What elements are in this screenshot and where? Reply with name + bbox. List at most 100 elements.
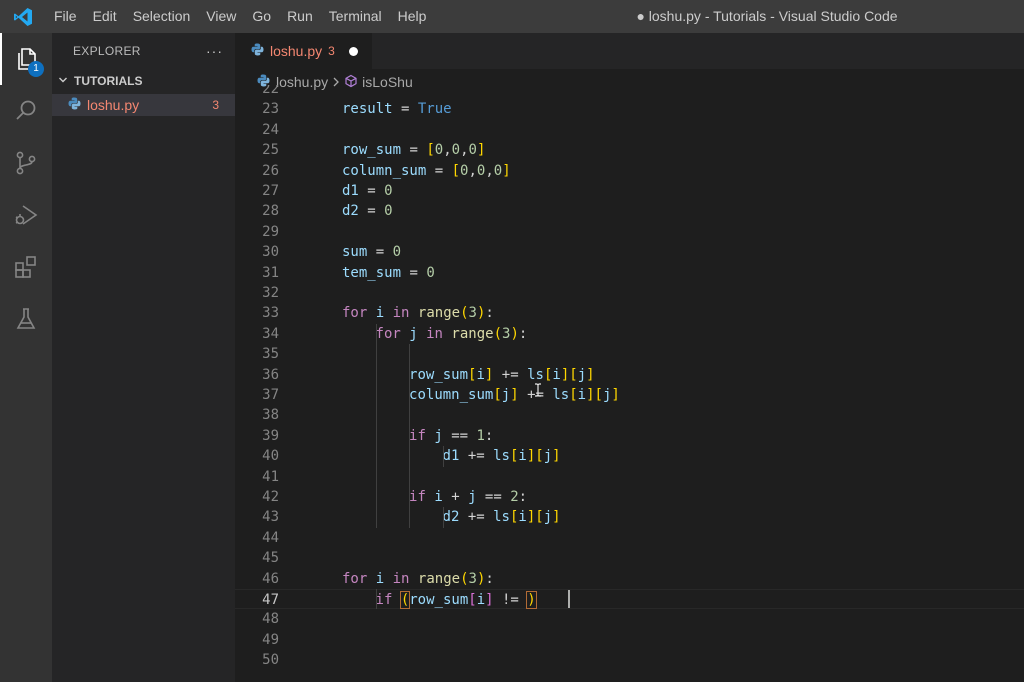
code-text: d1 += ls[i][j]	[443, 446, 561, 466]
code-line[interactable]: 32	[235, 283, 1024, 303]
code-line[interactable]: 22	[235, 85, 1024, 99]
code-token: row_sum	[409, 366, 469, 383]
line-number: 38	[262, 407, 279, 424]
line-number: 47	[262, 592, 279, 608]
text-cursor	[568, 590, 571, 608]
source-control-button[interactable]	[0, 137, 52, 189]
code-text: for i in range(3):	[342, 569, 494, 589]
code-token: ls	[493, 509, 510, 526]
code-token: =	[401, 142, 427, 159]
code-token: in	[392, 305, 410, 322]
folder-label: TUTORIALS	[74, 74, 143, 88]
extensions-icon	[12, 253, 40, 281]
line-number: 23	[262, 101, 279, 118]
code-token: +=	[493, 366, 528, 383]
code-token: ls	[493, 448, 510, 465]
code-token: :	[485, 570, 494, 587]
unsaved-dot-icon[interactable]	[348, 46, 358, 56]
code-token: =	[392, 101, 418, 118]
search-button[interactable]	[0, 85, 52, 137]
code-token: ,	[443, 142, 452, 159]
line-number: 27	[262, 183, 279, 199]
more-actions-button[interactable]: ···	[206, 43, 223, 59]
line-number: 29	[262, 223, 279, 240]
code-line[interactable]: 25 row_sum = [0,0,0]	[235, 140, 1024, 160]
code-line[interactable]: 26 column_sum = [0,0,0]	[235, 161, 1024, 181]
code-line[interactable]: 28 d2 = 0	[235, 201, 1024, 221]
code-token: [	[569, 387, 578, 403]
file-error-count: 3	[212, 98, 219, 112]
code-token: j	[468, 489, 477, 505]
code-token: [	[426, 142, 435, 159]
explorer-badge: 1	[28, 61, 44, 77]
code-token: 0	[468, 142, 477, 159]
line-number: 22	[262, 85, 279, 97]
ibeam-cursor-icon	[534, 383, 542, 401]
code-token: ]	[502, 162, 511, 179]
code-text: row_sum[i] += ls[i][j]	[409, 365, 595, 385]
chevron-down-icon	[58, 75, 72, 88]
code-token: 2	[510, 489, 519, 505]
code-line[interactable]: 33 for i in range(3):	[235, 303, 1024, 323]
code-token: i	[476, 592, 486, 608]
code-token: (	[493, 325, 503, 342]
python-file-icon	[251, 43, 264, 59]
code-line[interactable]: 36 row_sum[i] += ls[i][j]	[235, 365, 1024, 385]
line-number: 41	[262, 468, 279, 485]
sidebar-header: EXPLORER ···	[52, 33, 235, 68]
line-number: 46	[262, 570, 279, 587]
code-line[interactable]: 24	[235, 120, 1024, 140]
line-number: 49	[262, 631, 279, 648]
code-line[interactable]: 38	[235, 405, 1024, 425]
code-line[interactable]: 47 if (row_sum[i] != )	[235, 589, 1024, 610]
code-line[interactable]: 31 tem_sum = 0	[235, 263, 1024, 283]
code-token: :	[485, 305, 494, 322]
code-line[interactable]: 48	[235, 609, 1024, 629]
code-line[interactable]: 42 if i + j == 2:	[235, 487, 1024, 507]
folder-tutorials[interactable]: TUTORIALS	[52, 68, 235, 94]
code-line[interactable]: 44	[235, 528, 1024, 548]
tab-loshu[interactable]: loshu.py 3	[235, 33, 372, 69]
code-line[interactable]: 43 d2 += ls[i][j]	[235, 507, 1024, 527]
window-title: ● loshu.py - Tutorials - Visual Studio C…	[636, 8, 898, 24]
file-item-loshu[interactable]: loshu.py 3	[52, 94, 235, 116]
code-token: d1	[342, 183, 359, 199]
indent-guide	[442, 446, 444, 467]
tab-bar: loshu.py 3	[235, 33, 1024, 69]
code-token: [	[535, 509, 544, 526]
code-line[interactable]: 29	[235, 222, 1024, 242]
extensions-button[interactable]	[0, 241, 52, 293]
code-token: :	[518, 325, 528, 342]
code-token: True	[417, 101, 452, 118]
code-editor[interactable]: 22 23 result = True 24 25 row_sum = [0,0,0] 26…	[235, 85, 1024, 682]
indent-guide	[442, 507, 444, 528]
code-line[interactable]: 23 result = True	[235, 99, 1024, 119]
code-line[interactable]: 46 for i in range(3):	[235, 569, 1024, 589]
code-line[interactable]: 37 column_sum[j] += ls[i][j]	[235, 385, 1024, 405]
code-line[interactable]: 41	[235, 467, 1024, 487]
explorer-button[interactable]: 1	[0, 33, 52, 85]
code-line[interactable]: 30 sum = 0	[235, 242, 1024, 262]
code-line[interactable]: 34 for j in range(3):	[235, 324, 1024, 344]
code-token: (	[460, 305, 469, 322]
code-line[interactable]: 39 if j == 1:	[235, 426, 1024, 446]
code-line[interactable]: 50	[235, 650, 1024, 670]
code-line[interactable]: 35	[235, 344, 1024, 364]
code-text: result = True	[342, 99, 452, 119]
code-line[interactable]: 45	[235, 548, 1024, 568]
code-text: column_sum[j] += ls[i][j]	[409, 385, 620, 405]
code-line[interactable]: 49	[235, 630, 1024, 650]
line-number: 33	[262, 305, 279, 322]
code-token: range	[417, 305, 461, 322]
code-token: in	[426, 325, 443, 342]
code-token: d2	[342, 203, 359, 220]
testing-button[interactable]	[0, 293, 52, 345]
line-number: 25	[262, 142, 279, 159]
code-line[interactable]: 40 d1 += ls[i][j]	[235, 446, 1024, 466]
code-line[interactable]: 27 d1 = 0	[235, 181, 1024, 201]
editor-area: loshu.py 3 loshu.py isLoShu 22 23 result =…	[235, 33, 1024, 682]
run-debug-button[interactable]	[0, 189, 52, 241]
line-number: 28	[262, 203, 279, 220]
code-token: )	[526, 591, 537, 609]
